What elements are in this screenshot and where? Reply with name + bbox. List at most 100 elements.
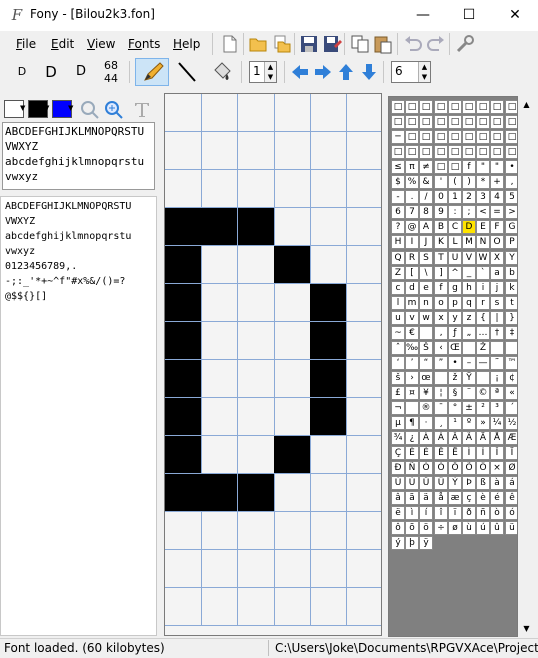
char-cell[interactable]: Ç xyxy=(391,446,405,460)
char-cell[interactable]: • xyxy=(505,160,517,174)
char-cell[interactable]: = xyxy=(490,205,504,219)
zoom-down-arrow[interactable]: ▼ xyxy=(264,72,276,82)
char-cell[interactable]: 0 xyxy=(434,190,448,204)
maximize-button[interactable]: ☐ xyxy=(446,0,492,30)
char-cell[interactable]: \ xyxy=(419,266,433,280)
char-cell[interactable]: □ xyxy=(476,100,490,114)
char-cell[interactable]: f xyxy=(434,281,448,295)
char-cell[interactable]: n xyxy=(419,296,433,310)
char-cell[interactable]: ¦ xyxy=(434,386,448,400)
char-cell[interactable]: ƒ xyxy=(448,326,462,340)
char-cell[interactable]: S xyxy=(419,251,433,265)
char-cell[interactable]: M xyxy=(462,235,476,249)
glyph-pixel[interactable] xyxy=(238,132,275,170)
glyph-pixel[interactable] xyxy=(238,208,275,246)
char-cell[interactable]: ó xyxy=(505,506,517,520)
char-cell[interactable]: Œ xyxy=(448,341,462,355)
char-cell[interactable]: ‡ xyxy=(505,326,517,340)
char-cell[interactable] xyxy=(505,341,517,355)
char-cell[interactable]: ö xyxy=(419,521,433,535)
glyph-pixel[interactable] xyxy=(238,588,275,626)
char-cell[interactable]: ¸ xyxy=(434,416,448,430)
char-cell[interactable]: þ xyxy=(405,536,419,550)
char-cell[interactable]: □ xyxy=(476,115,490,129)
char-cell[interactable]: ë xyxy=(391,506,405,520)
char-cell[interactable]: ô xyxy=(391,521,405,535)
char-cell[interactable]: Ê xyxy=(434,446,448,460)
char-cell[interactable]: □ xyxy=(434,145,448,159)
char-cell[interactable]: . xyxy=(405,190,419,204)
char-cell[interactable]: □ xyxy=(490,130,504,144)
glyph-pixel[interactable] xyxy=(274,170,311,208)
char-cell[interactable]: □ xyxy=(419,130,433,144)
char-cell[interactable]: è xyxy=(476,491,490,505)
char-cell[interactable]: C xyxy=(448,220,462,234)
char-cell[interactable]: Ù xyxy=(391,476,405,490)
char-cell[interactable] xyxy=(476,371,490,385)
char-cell[interactable]: Ñ xyxy=(405,461,419,475)
menu-help[interactable]: Help xyxy=(173,37,200,51)
char-cell[interactable]: ð xyxy=(462,506,476,520)
glyph-pixel[interactable] xyxy=(347,246,381,284)
char-cell[interactable]: g xyxy=(448,281,462,295)
char-cell[interactable]: □ xyxy=(405,130,419,144)
glyph-pixel[interactable] xyxy=(347,398,381,436)
zoom-out-icon[interactable] xyxy=(80,100,100,120)
char-cell[interactable]: d xyxy=(405,281,419,295)
char-cell[interactable]: A xyxy=(419,220,433,234)
char-cell[interactable]: 9 xyxy=(434,205,448,219)
char-cell[interactable]: Ð xyxy=(391,461,405,475)
glyph-pixel[interactable] xyxy=(165,208,202,246)
shift-left-icon[interactable] xyxy=(290,62,310,82)
glyph-pixel[interactable] xyxy=(310,588,347,626)
save-as-icon[interactable] xyxy=(322,34,342,54)
char-cell[interactable]: H xyxy=(391,235,405,249)
glyph-pixel[interactable] xyxy=(347,512,381,550)
glyph-pixel[interactable] xyxy=(310,398,347,436)
char-cell[interactable]: ¤ xyxy=(405,386,419,400)
char-cell[interactable]: + xyxy=(490,175,504,189)
view-medium-button[interactable]: D xyxy=(38,59,64,85)
char-cell[interactable]: ¶ xyxy=(405,416,419,430)
char-cell[interactable]: c xyxy=(391,281,405,295)
char-cell[interactable]: ¡ xyxy=(490,371,504,385)
char-cell[interactable]: † xyxy=(490,326,504,340)
char-cell[interactable]: õ xyxy=(405,521,419,535)
pencil-tool-button[interactable] xyxy=(135,58,169,86)
char-cell[interactable]: 7 xyxy=(405,205,419,219)
char-width-down-arrow[interactable]: ▼ xyxy=(418,72,430,82)
char-cell[interactable]: _ xyxy=(462,266,476,280)
char-cell[interactable]: ´ xyxy=(505,401,517,415)
char-cell[interactable]: t xyxy=(505,296,517,310)
glyph-pixel[interactable] xyxy=(347,132,381,170)
char-cell[interactable]: · xyxy=(419,416,433,430)
char-cell[interactable]: Ý xyxy=(448,476,462,490)
char-cell[interactable]: p xyxy=(448,296,462,310)
glyph-pixel[interactable] xyxy=(310,132,347,170)
char-cell[interactable]: Î xyxy=(490,446,504,460)
char-cell[interactable]: ‘ xyxy=(391,356,405,370)
char-cell[interactable]: ½ xyxy=(505,416,517,430)
char-cell[interactable]: : xyxy=(448,205,462,219)
close-button[interactable]: ✕ xyxy=(492,0,538,30)
glyph-pixel[interactable] xyxy=(238,94,275,132)
glyph-pixel[interactable] xyxy=(201,94,238,132)
char-cell[interactable]: ü xyxy=(505,521,517,535)
glyph-editor-grid[interactable] xyxy=(164,93,382,636)
char-cell[interactable]: ³ xyxy=(490,401,504,415)
glyph-pixel[interactable] xyxy=(165,132,202,170)
char-cell[interactable]: ± xyxy=(462,401,476,415)
line-tool-button[interactable] xyxy=(174,60,200,84)
char-cell[interactable]: â xyxy=(391,491,405,505)
char-cell[interactable]: Ü xyxy=(434,476,448,490)
char-cell[interactable]: " xyxy=(490,160,504,174)
char-cell[interactable]: ï xyxy=(448,506,462,520)
char-cell[interactable]: □ xyxy=(490,115,504,129)
char-cell[interactable]: Û xyxy=(419,476,433,490)
char-cell[interactable]: £ xyxy=(391,386,405,400)
glyph-pixel[interactable] xyxy=(347,284,381,322)
char-cell[interactable]: Ä xyxy=(476,431,490,445)
char-cell[interactable]: π xyxy=(405,160,419,174)
glyph-pixel[interactable] xyxy=(165,170,202,208)
char-cell[interactable]: › xyxy=(405,371,419,385)
